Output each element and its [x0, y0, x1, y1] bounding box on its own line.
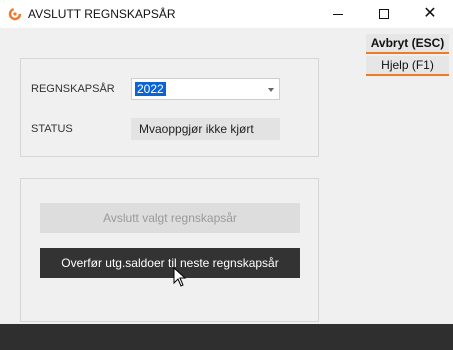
year-select-value: 2022 [135, 82, 166, 96]
year-label: REGNSKAPSÅR [31, 83, 115, 95]
status-label: STATUS [31, 123, 73, 135]
title-bar: AVSLUTT REGNSKAPSÅR ✕ [0, 0, 453, 28]
year-select[interactable]: 2022 [131, 78, 280, 100]
status-value: Mvaoppgjør ikke kjørt [131, 118, 280, 140]
dialog-content: Avbryt (ESC) Hjelp (F1) REGNSKAPSÅR 2022… [0, 28, 453, 324]
close-icon: ✕ [423, 5, 437, 22]
transfer-balances-button[interactable]: Overfør utg.saldoer til neste regnskapså… [40, 248, 300, 278]
year-panel: REGNSKAPSÅR 2022 STATUS Mvaoppgjør ikke … [20, 58, 319, 157]
maximize-button[interactable] [361, 0, 407, 28]
maximize-icon [379, 9, 389, 19]
close-button[interactable]: ✕ [407, 0, 453, 28]
actions-panel: Avslutt valgt regnskapsår Overfør utg.sa… [20, 178, 319, 322]
footer-bar [0, 324, 453, 350]
cancel-button[interactable]: Avbryt (ESC) [366, 34, 449, 54]
mouse-pointer-icon [173, 267, 187, 287]
finish-year-button[interactable]: Avslutt valgt regnskapsår [40, 203, 300, 233]
minimize-icon [333, 13, 343, 15]
window-title: AVSLUTT REGNSKAPSÅR [28, 7, 176, 21]
minimize-button[interactable] [315, 0, 361, 28]
help-button[interactable]: Hjelp (F1) [366, 56, 449, 76]
app-logo-icon [8, 7, 22, 21]
chevron-down-icon [268, 88, 274, 92]
